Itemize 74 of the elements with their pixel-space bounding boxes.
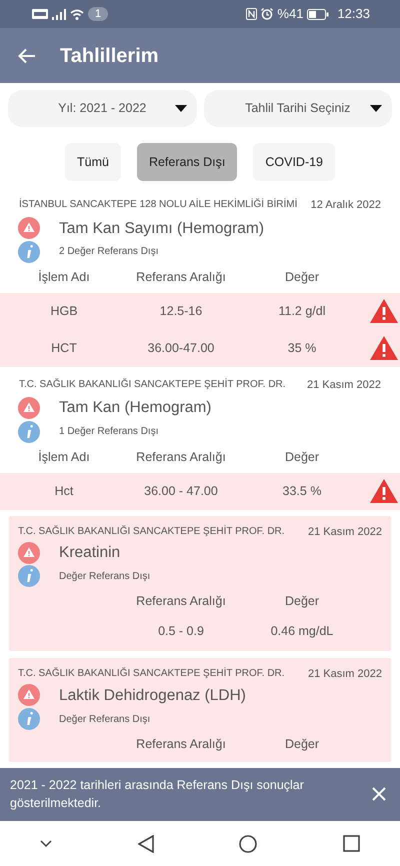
column-header: Değer [284, 449, 320, 466]
column-header: Referans Aralığı [135, 736, 227, 753]
alarm-icon [261, 8, 274, 20]
warning-icon [18, 217, 40, 240]
battery-icon [307, 8, 330, 20]
test-name: Tam Kan (Hemogram) [59, 398, 212, 418]
wifi-icon [70, 8, 84, 20]
test-name: Tam Kan Sayımı (Hemogram) [59, 218, 264, 238]
table-cell-text: 0.5 - 0.9 [157, 622, 205, 640]
clock-time: 12:33 [337, 5, 370, 24]
nav-button[interactable] [40, 840, 52, 848]
table-cell-text: HGB [49, 302, 79, 320]
snackbar-message: 2021 - 2022 tarihleri arasında Referans Dışı sonuçlar gösterilmektedir. [10, 776, 305, 812]
page-title: Tahlillerim [60, 44, 159, 68]
table-cell-text: Hct [54, 482, 74, 500]
result-date: 21 Kasım 2022 [308, 524, 382, 540]
info-icon [18, 240, 40, 263]
column-header: Referans Aralığı [135, 449, 227, 466]
column-header: Referans Aralığı [135, 592, 227, 610]
table-cell-text: 11.2 g/dl [277, 302, 327, 320]
column-header: İşlem Adı [37, 449, 91, 466]
filter-tab[interactable]: Referans Dışı [136, 143, 238, 181]
battery-percent: %41 [277, 5, 304, 24]
nav-button[interactable] [138, 834, 154, 852]
institution-name: T.C. SAĞLIK BAKANLIĞI SANCAKTEPE ŞEHİT PROF. DR. [18, 666, 285, 682]
dropdown[interactable]: Yıl: 2021 - 2022 [8, 90, 196, 127]
caret-icon [174, 105, 186, 112]
table-cell-text: 35 % [286, 340, 318, 357]
collapse-icon [40, 840, 52, 848]
close-icon [372, 787, 386, 802]
table-cell-text: 36.00 - 47.00 [143, 482, 219, 500]
column-header: Referans Aralığı [135, 269, 227, 286]
info-icon [18, 708, 40, 730]
back-button[interactable] [18, 48, 36, 64]
warning-icon [18, 542, 40, 564]
nav-button[interactable] [239, 834, 258, 852]
signal-icon [52, 8, 66, 20]
institution-name: T.C. SAĞLIK BAKANLIĞI SANCAKTEPE ŞEHİT PROF. DR. [18, 524, 285, 538]
out-of-range-summary: Değer Referans Dışı [59, 712, 150, 726]
column-header: İşlem Adı [37, 269, 91, 286]
warning-icon [18, 396, 40, 419]
test-name: Laktik Dehidrogenaz (LDH) [59, 686, 246, 706]
column-header: Değer [284, 736, 320, 753]
column-header: Değer [284, 592, 320, 610]
table-cell-text: 0.46 mg/dL [270, 622, 334, 640]
filter-tab[interactable]: COVID-19 [253, 143, 336, 181]
column-header: Değer [284, 269, 320, 286]
institution-name: İSTANBUL SANCAKTEPE 128 NOLU AİLE HEKİMLİĞİ BİRİMİ [19, 197, 298, 212]
result-date: 21 Kasım 2022 [308, 667, 382, 682]
close-button[interactable] [372, 787, 386, 802]
dropdown[interactable]: Tahlil Tarihi Seçiniz [204, 90, 392, 127]
result-date: 21 Kasım 2022 [307, 378, 381, 393]
info-icon [18, 420, 40, 442]
result-date: 12 Aralık 2022 [310, 198, 381, 213]
out-of-range-summary: 2 Değer Referans Dışı [59, 245, 158, 260]
table-cell-text: 33.5 % [282, 482, 322, 500]
nav-button[interactable] [342, 835, 360, 852]
out-of-range-summary: 1 Değer Referans Dışı [59, 425, 158, 439]
table-cell-text: 12.5-16 [158, 302, 204, 320]
warning-icon [18, 684, 40, 706]
home-nav-icon [239, 834, 258, 852]
nfc-icon [246, 8, 258, 20]
info-icon [18, 565, 40, 588]
test-name: Kreatinin [59, 543, 120, 563]
caret-icon [370, 105, 382, 112]
back-arrow-icon [18, 48, 36, 64]
table-cell-text: HCT [50, 340, 78, 357]
institution-name: T.C. SAĞLIK BAKANLIĞI SANCAKTEPE ŞEHİT PROF. DR. [19, 377, 286, 392]
back-nav-icon [138, 834, 154, 852]
recents-nav-icon [342, 835, 360, 852]
filter-tab[interactable]: Tümü [64, 143, 121, 181]
notification-badge: 1 [88, 7, 108, 21]
out-of-range-summary: Değer Referans Dışı [59, 570, 150, 584]
table-cell-text: 36.00-47.00 [146, 340, 216, 357]
